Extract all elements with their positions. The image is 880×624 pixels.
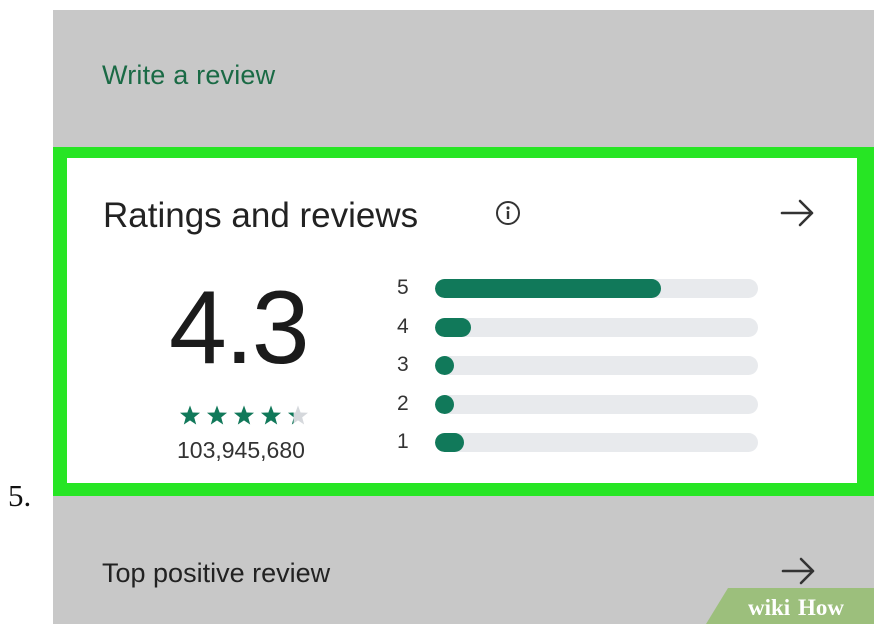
rating-row-label: 1 (397, 430, 409, 453)
wikihow-watermark: wiki How (706, 588, 874, 624)
rating-bar-fill (435, 356, 455, 375)
watermark-wiki: wiki (748, 595, 791, 620)
star-icon (207, 405, 227, 425)
rating-bar-track (435, 279, 758, 298)
rating-bar-track (435, 433, 758, 452)
rating-row-3: 3 (387, 353, 767, 377)
average-rating: 4.3 (169, 270, 310, 386)
rating-bar-fill (435, 394, 455, 414)
rating-row-label: 2 (397, 391, 409, 415)
rating-row-1: 1 (387, 430, 767, 454)
app-screen: Write a review Ratings and reviews 4.3 1… (53, 10, 874, 624)
top-positive-review-link[interactable]: Top positive review (102, 558, 330, 589)
star-icon (288, 405, 308, 425)
ratings-arrow-icon[interactable] (779, 198, 817, 228)
star-icon (261, 405, 281, 425)
top-positive-arrow-icon[interactable] (780, 556, 818, 586)
rating-row-2: 2 (387, 392, 767, 416)
highlight-frame: Ratings and reviews 4.3 103,945,680 5 4 3 2… (53, 147, 874, 496)
rating-distribution: 5 4 3 2 1 (387, 276, 767, 476)
watermark-how: How (798, 595, 844, 620)
rating-row-label: 5 (397, 276, 409, 299)
rating-bar-fill (435, 433, 465, 452)
rating-bar-fill (435, 279, 662, 298)
rating-row-5: 5 (387, 276, 767, 300)
star-rating (180, 405, 308, 425)
info-icon[interactable] (495, 200, 521, 226)
rating-row-4: 4 (387, 315, 767, 339)
ratings-title: Ratings and reviews (103, 196, 419, 235)
rating-bar-fill (435, 317, 471, 337)
review-count: 103,945,680 (177, 437, 305, 463)
step-number: 5. (8, 478, 32, 513)
star-icon (180, 405, 200, 425)
rating-row-label: 4 (397, 314, 409, 338)
ratings-card[interactable]: Ratings and reviews 4.3 103,945,680 5 4 3 2… (67, 158, 857, 483)
rating-bar-track (435, 317, 758, 337)
rating-bar-track (435, 356, 758, 375)
write-review-link[interactable]: Write a review (102, 60, 275, 91)
rating-row-label: 3 (397, 353, 409, 376)
star-icon (234, 405, 254, 425)
rating-bar-track (435, 394, 758, 414)
